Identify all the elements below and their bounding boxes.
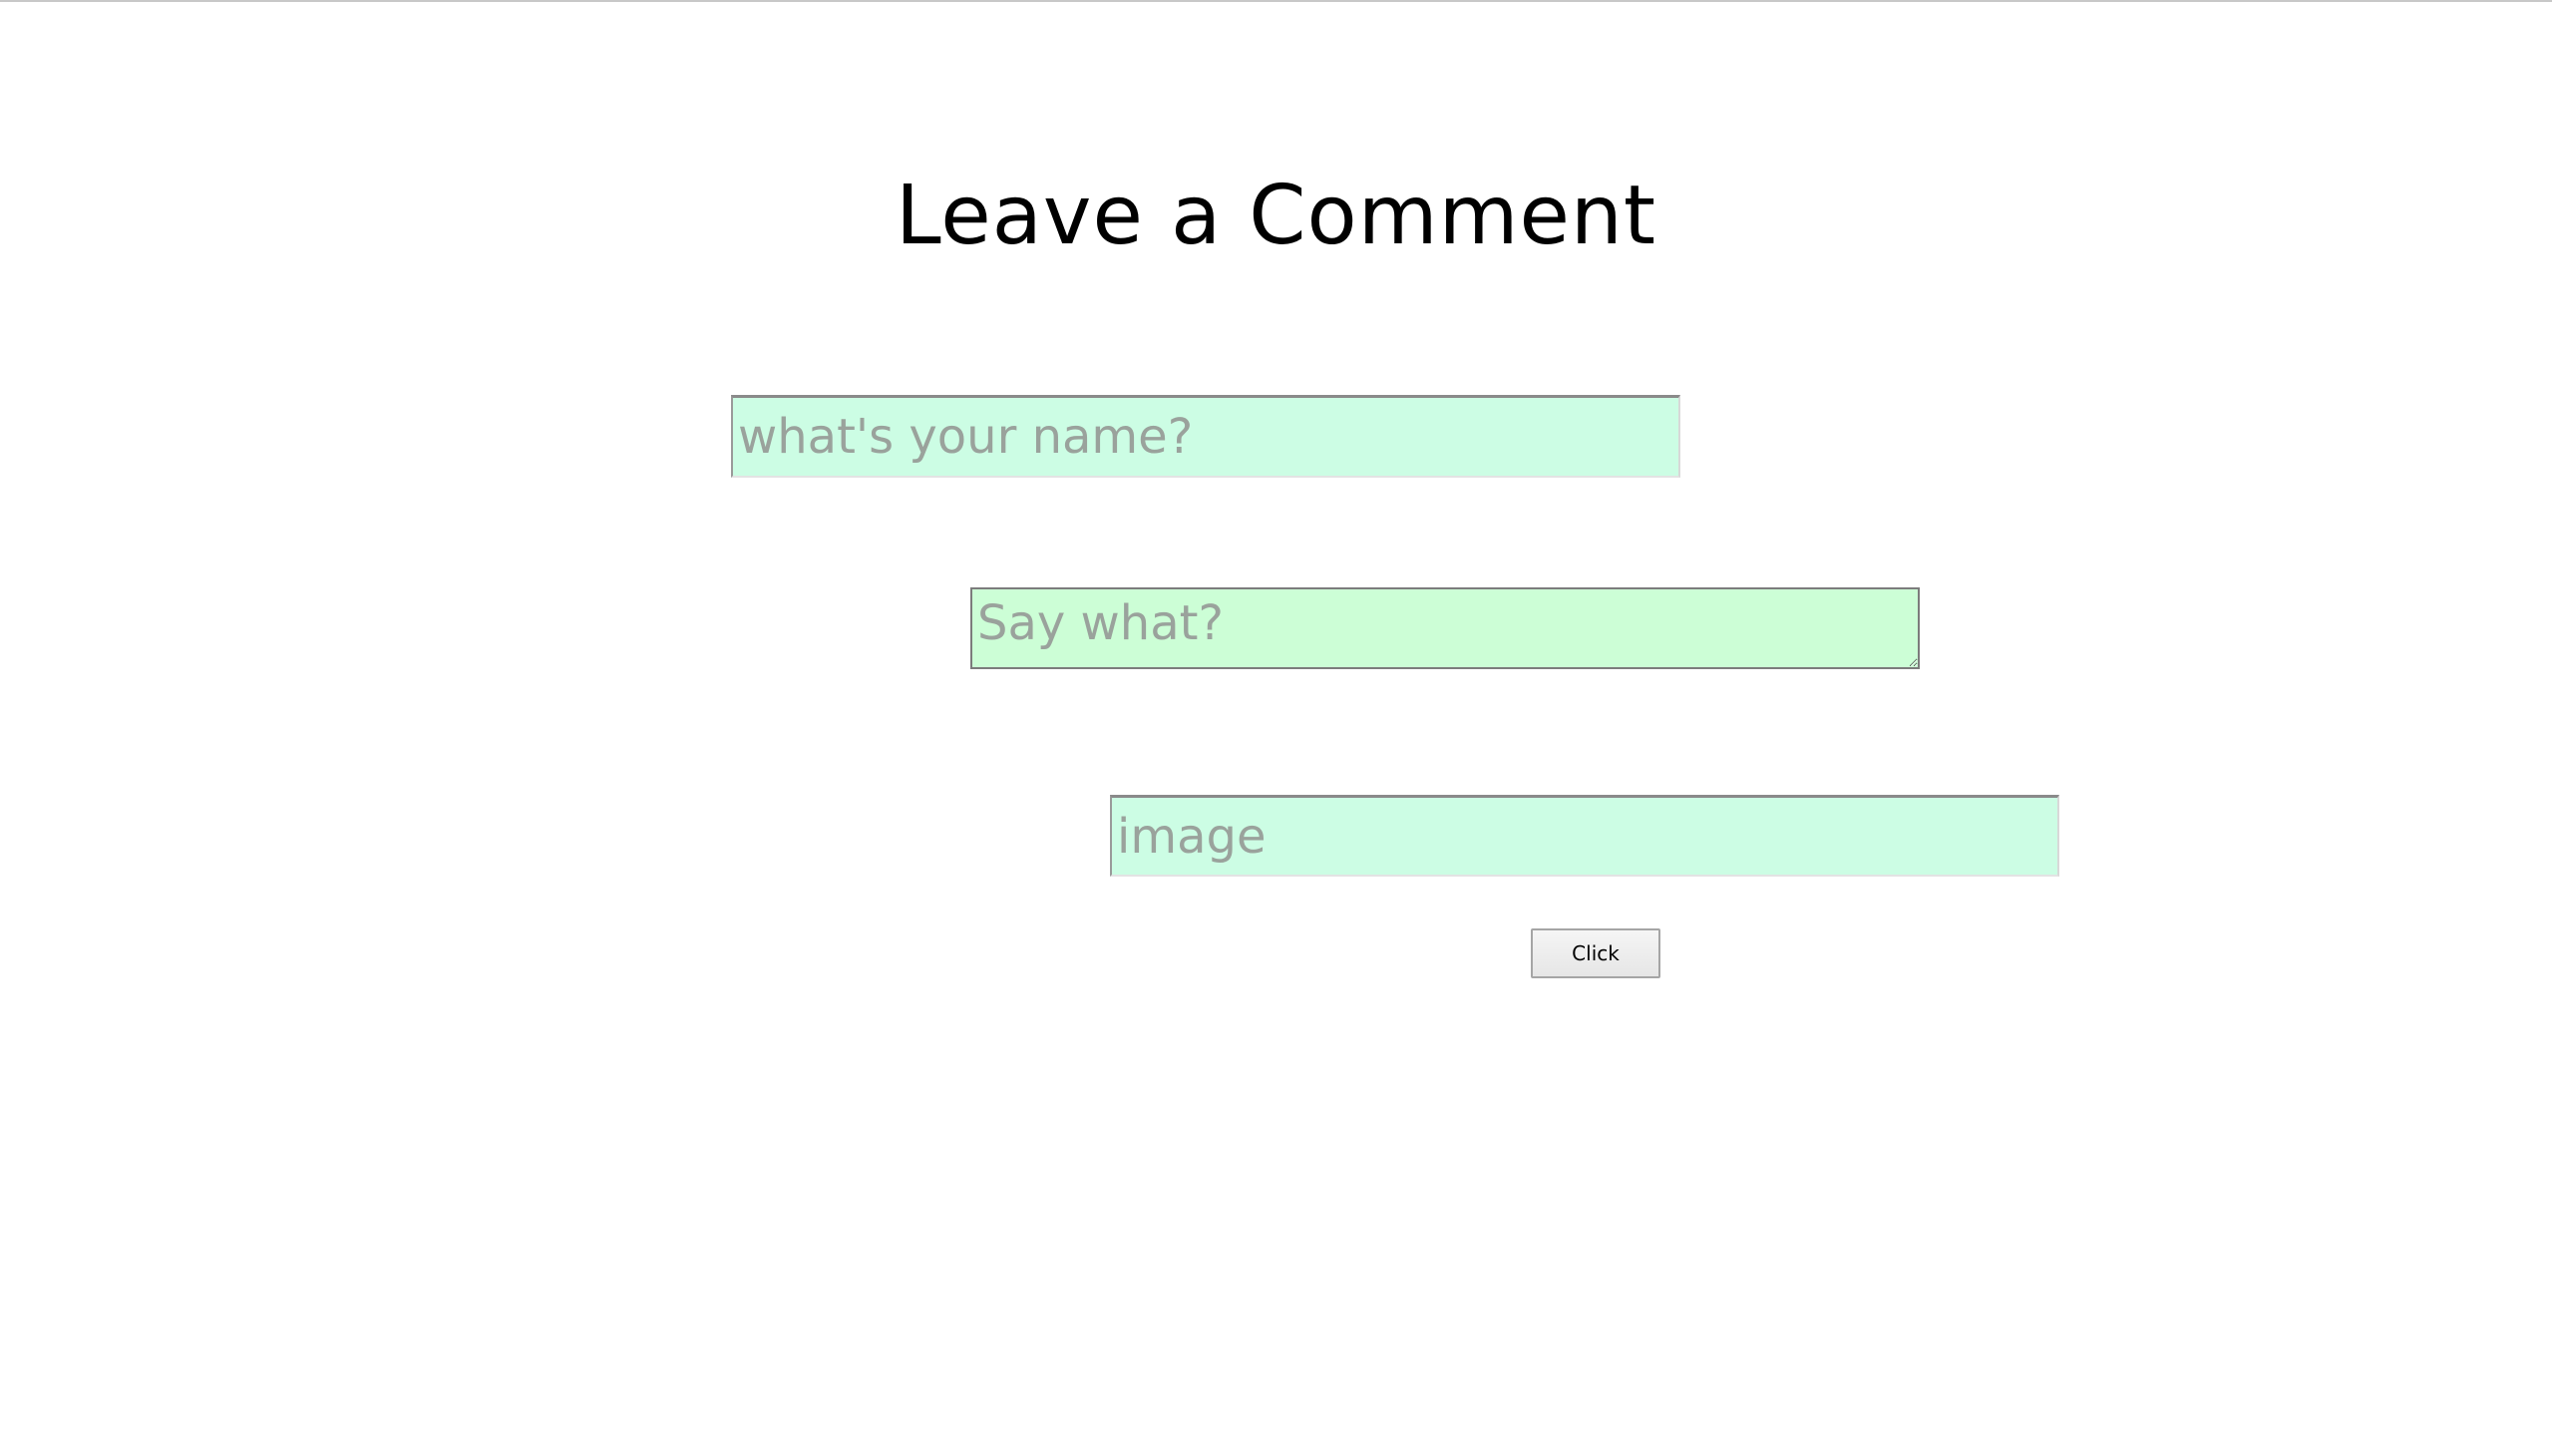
- comment-textarea[interactable]: [970, 587, 1920, 669]
- submit-button[interactable]: Click: [1531, 928, 1660, 978]
- page-title: Leave a Comment: [895, 169, 1657, 263]
- name-input[interactable]: [731, 395, 1680, 478]
- image-input[interactable]: [1110, 795, 2059, 877]
- comment-page: Leave a Comment Click: [0, 0, 2552, 1456]
